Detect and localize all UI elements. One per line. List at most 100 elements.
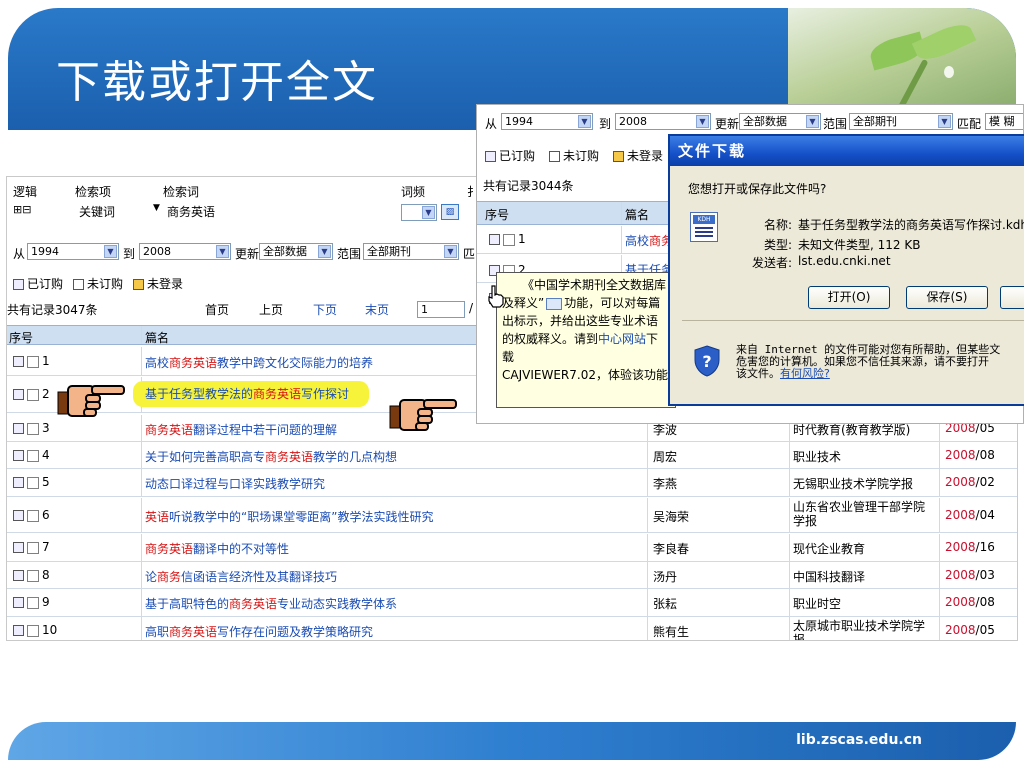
table-row[interactable]: 6 英语听说教学中的“职场课堂零距离”教学法实践性研究 吴海荣 山东省农业管理干部学院… <box>7 498 1017 533</box>
issue-cell[interactable]: 2008/05 <box>945 623 995 637</box>
issue-cell[interactable]: 2008/02 <box>945 475 995 489</box>
save-button[interactable]: 保存(S) <box>906 286 988 309</box>
document-icon[interactable] <box>13 477 24 488</box>
document-icon[interactable] <box>13 389 24 400</box>
column-divider <box>141 347 142 375</box>
cancel-button[interactable] <box>1000 286 1024 309</box>
pointing-hand-icon <box>389 399 457 431</box>
pager-first[interactable]: 首页 <box>205 301 229 318</box>
page-input[interactable]: 1 <box>417 301 465 318</box>
row-checkbox[interactable] <box>27 541 39 554</box>
article-title-link[interactable]: 关于如何完善高职高专商务英语教学的几点构想 <box>145 448 397 465</box>
to-year-select[interactable]: 2008 ▼ <box>139 243 231 260</box>
update-select[interactable]: 全部数据 ▼ <box>259 243 333 260</box>
overlay-match-select[interactable]: 模 糊 <box>985 113 1023 130</box>
overlay-to-year-select[interactable]: 2008 ▼ <box>615 113 711 130</box>
expand-icon[interactable]: ▨ <box>441 204 459 220</box>
issue-cell[interactable]: 2008/04 <box>945 508 995 522</box>
overlay-row-title[interactable]: 高校商务 <box>625 232 673 249</box>
table-row[interactable]: 7 商务英语翻译中的不对等性 李良春 现代企业教育 2008/16 <box>7 534 1017 562</box>
chevron-down-icon[interactable]: ▼ <box>153 203 160 213</box>
dialog-question: 您想打开或保存此文件吗? <box>688 182 827 196</box>
article-title-link[interactable]: 高职商务英语写作存在问题及教学策略研究 <box>145 623 373 640</box>
from-year-select[interactable]: 1994 ▼ <box>27 243 119 260</box>
document-icon[interactable] <box>13 597 24 608</box>
table-row[interactable]: 9 基于高职特色的商务英语专业动态实践教学体系 张耘 职业时空 2008/08 <box>7 589 1017 617</box>
article-title-link[interactable]: 动态口译过程与口译实践教学研究 <box>145 475 325 492</box>
chevron-down-icon: ▼ <box>938 115 951 128</box>
journal-cell[interactable]: 职业时空 <box>793 595 841 612</box>
journal-cell[interactable]: 现代企业教育 <box>793 540 865 557</box>
row-checkbox[interactable] <box>27 596 39 609</box>
row-checkbox[interactable] <box>27 422 39 435</box>
article-title-link[interactable]: 英语听说教学中的“职场课堂零距离”教学法实践性研究 <box>145 508 433 525</box>
article-title-link[interactable]: 基于高职特色的商务英语专业动态实践教学体系 <box>145 595 397 612</box>
row-checkbox[interactable] <box>27 476 39 489</box>
document-icon[interactable] <box>13 625 24 636</box>
scope-select[interactable]: 全部期刊 ▼ <box>363 243 459 260</box>
table-row[interactable]: 4 关于如何完善高职高专商务英语教学的几点构想 周宏 职业技术 2008/08 <box>7 442 1017 469</box>
dialog-title: 文件下载 <box>670 136 1024 166</box>
overlay-update-select[interactable]: 全部数据 ▼ <box>739 113 821 130</box>
journal-cell[interactable]: 山东省农业管理干部学院 学报 <box>793 500 925 528</box>
document-icon[interactable] <box>13 423 24 434</box>
row-checkbox[interactable] <box>27 569 39 582</box>
author-cell: 熊有生 <box>653 625 690 639</box>
issue-cell[interactable]: 2008/03 <box>945 568 995 582</box>
article-title-link[interactable]: 商务英语翻译中的不对等性 <box>145 540 289 557</box>
column-divider <box>141 617 142 640</box>
document-icon[interactable] <box>13 450 24 461</box>
article-title-link[interactable]: 论商务信函语言经济性及其翻译技巧 <box>145 568 337 585</box>
journal-cell[interactable]: 中国科技翻译 <box>793 568 865 585</box>
journal-cell[interactable]: 职业技术 <box>793 448 841 465</box>
column-divider <box>647 589 648 616</box>
title-keyword: 商务英语 <box>253 387 302 401</box>
document-icon[interactable] <box>13 510 24 521</box>
document-icon[interactable] <box>13 542 24 553</box>
table-row[interactable]: 8 论商务信函语言经济性及其翻译技巧 汤丹 中国科技翻译 2008/03 <box>7 562 1017 589</box>
row-checkbox[interactable] <box>503 233 515 246</box>
title-part: 翻译中的不对等性 <box>193 542 290 556</box>
center-site-link[interactable]: 中心网站 <box>598 332 646 346</box>
tooltip-line: 的权威释义。请到中心网站下载 <box>502 330 670 366</box>
pager-total-truncated: / <box>469 301 474 315</box>
issue-cell[interactable]: 2008/16 <box>945 540 995 554</box>
row-checkbox[interactable] <box>27 624 39 637</box>
article-title-link[interactable]: 商务英语翻译过程中若干问题的理解 <box>145 421 337 438</box>
issue-cell[interactable]: 2008/08 <box>945 595 995 609</box>
article-title-link[interactable]: 高校商务英语教学中跨文化交际能力的培养 <box>145 354 373 371</box>
field-select[interactable]: 关键词 <box>79 203 115 220</box>
table-row[interactable]: 10 高职商务英语写作存在问题及教学策略研究 熊有生 太原城市职业技术学院学报 2008… <box>7 617 1017 640</box>
issue-cell[interactable]: 2008/08 <box>945 448 995 462</box>
overlay-scope-select[interactable]: 全部期刊 ▼ <box>849 113 953 130</box>
overlay-from-year-select[interactable]: 1994 ▼ <box>501 113 593 130</box>
freq-select[interactable]: ▼ <box>401 204 437 221</box>
chevron-down-icon: ▼ <box>806 115 819 128</box>
legend-not-logged: 未登录 <box>133 275 183 292</box>
col-no-header: 序号 <box>9 331 34 345</box>
table-row[interactable]: 5 动态口译过程与口译实践教学研究 李燕 无锡职业技术学院学报 2008/02 <box>7 469 1017 497</box>
pager-next[interactable]: 下页 <box>313 301 337 318</box>
row-number-cell: 2 <box>13 387 50 401</box>
overlay-legend-ordered-label: 已订购 <box>499 149 536 163</box>
logic-toggle[interactable]: ⊞⊟ <box>13 203 31 216</box>
column-divider <box>789 617 790 640</box>
open-button[interactable]: 打开(O) <box>808 286 890 309</box>
row-checkbox[interactable] <box>27 388 39 401</box>
pager-prev[interactable]: 上页 <box>259 301 283 318</box>
document-icon[interactable] <box>13 356 24 367</box>
row-checkbox[interactable] <box>27 509 39 522</box>
column-divider <box>647 498 648 532</box>
document-icon[interactable] <box>13 570 24 581</box>
term-input[interactable]: 商务英语 <box>167 203 215 220</box>
article-title-link[interactable]: 基于任务型教学法的商务英语写作探讨 <box>133 381 370 407</box>
risk-link[interactable]: 有何风险? <box>780 367 830 380</box>
row-checkbox[interactable] <box>27 355 39 368</box>
row-checkbox[interactable] <box>27 449 39 462</box>
author-cell: 李燕 <box>653 477 678 491</box>
journal-cell[interactable]: 太原城市职业技术学院学报 <box>793 619 925 640</box>
pager-last[interactable]: 末页 <box>365 301 389 318</box>
logic-label: 逻辑 <box>13 185 38 199</box>
slide-title: 下载或打开全文 <box>56 57 378 108</box>
journal-cell[interactable]: 无锡职业技术学院学报 <box>793 475 913 492</box>
